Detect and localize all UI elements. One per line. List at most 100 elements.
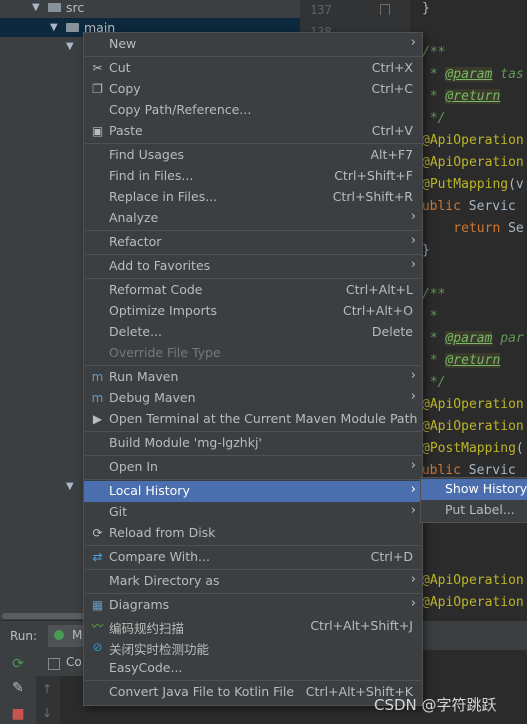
menu-item-label: Compare With... xyxy=(109,549,210,564)
code-token: @return xyxy=(445,89,501,104)
code-token: @ApiOperation xyxy=(422,573,524,588)
rerun-icon[interactable]: ⟳ xyxy=(10,656,26,672)
chevron-down-icon[interactable]: ▼ xyxy=(66,477,74,496)
menu-item-diagrams[interactable]: ▦ Diagrams › xyxy=(84,595,422,616)
menu-item-shortcut: Delete xyxy=(371,324,413,339)
menu-item-convert-java-file-to-kotlin-file[interactable]: Convert Java File to Kotlin File Ctrl+Alt… xyxy=(84,682,422,703)
code-token: * xyxy=(422,353,446,368)
line-number: 137 xyxy=(310,3,332,17)
arrow-up-icon[interactable]: ↑ xyxy=(42,682,52,696)
wrench-icon[interactable]: ✎ xyxy=(10,680,26,696)
code-line: * @param par xyxy=(422,328,524,350)
console-tab[interactable]: Co xyxy=(36,650,86,676)
chevron-down-icon[interactable]: ▼ xyxy=(50,18,58,37)
menu-item-run-maven[interactable]: m Run Maven › xyxy=(84,367,422,388)
menu-item-label: Open Terminal at the Current Maven Modul… xyxy=(109,411,418,426)
code-token: @ApiOperation xyxy=(422,133,524,148)
maven-run-icon xyxy=(54,630,64,640)
chevron-down-icon[interactable]: ▼ xyxy=(66,37,74,56)
code-editor[interactable]: } /** * @param tas * @return */ @ApiOperat… xyxy=(410,0,527,620)
menu-item-paste[interactable]: ▣ Paste Ctrl+V xyxy=(84,121,422,142)
code-line: public Servic xyxy=(414,196,516,218)
menu-item-label: 关闭实时检测功能 xyxy=(109,642,210,657)
menu-item-reformat-code[interactable]: Reformat Code Ctrl+Alt+L xyxy=(84,280,422,301)
menu-separator xyxy=(85,593,421,594)
menu-item-label: Git xyxy=(109,504,128,519)
code-line: /** xyxy=(422,42,445,64)
menu-item-copy[interactable]: ❐ Copy Ctrl+C xyxy=(84,79,422,100)
code-line: } xyxy=(422,0,430,20)
menu-item-reload-from-disk[interactable]: ⟳ Reload from Disk xyxy=(84,523,422,544)
run-tab-label: M xyxy=(72,628,83,642)
menu-item-delete[interactable]: Delete... Delete xyxy=(84,322,422,343)
code-token: @ApiOperation xyxy=(422,155,524,170)
menu-item-label: Find Usages xyxy=(109,147,185,162)
chevron-right-icon: › xyxy=(410,389,416,404)
folder-icon xyxy=(66,23,79,32)
tree-item-src[interactable]: ▼ src xyxy=(0,0,300,17)
menu-item-git[interactable]: Git › xyxy=(84,502,422,523)
menu-item-replace-in-files[interactable]: Replace in Files... Ctrl+Shift+R xyxy=(84,187,422,208)
menu-separator xyxy=(85,455,421,456)
menu-item-open-in[interactable]: Open In › xyxy=(84,457,422,478)
folder-icon xyxy=(48,3,61,12)
menu-item-find-usages[interactable]: Find Usages Alt+F7 xyxy=(84,145,422,166)
menu-item-refactor[interactable]: Refactor › xyxy=(84,232,422,253)
menu-item-item-39[interactable]: ⊘ 关闭实时检测功能 xyxy=(84,637,422,658)
code-token: @PutMapping xyxy=(422,177,509,192)
code-line: * @return xyxy=(422,350,501,372)
menu-item-shortcut: Ctrl+Shift+R xyxy=(332,189,413,204)
menu-item-copy-path-reference[interactable]: Copy Path/Reference... xyxy=(84,100,422,121)
terminal-icon: ▶ xyxy=(92,412,103,426)
menu-item-local-history[interactable]: Local History › xyxy=(84,481,422,502)
menu-item-analyze[interactable]: Analyze › xyxy=(84,208,422,229)
menu-item-open-terminal-at-the-current-maven-module-path[interactable]: ▶ Open Terminal at the Current Maven Modu… xyxy=(84,409,422,430)
code-line: */ xyxy=(422,372,446,394)
menu-item-cut[interactable]: ✂ Cut Ctrl+X xyxy=(84,58,422,79)
code-token: /** xyxy=(422,287,446,302)
chevron-down-icon[interactable]: ▼ xyxy=(32,0,40,17)
menu-item-build-module-mg-lgzhkj[interactable]: Build Module 'mg-lgzhkj' xyxy=(84,433,422,454)
menu-item-label: Reload from Disk xyxy=(109,525,216,540)
menu-item-optimize-imports[interactable]: Optimize Imports Ctrl+Alt+O xyxy=(84,301,422,322)
menu-item-label: Convert Java File to Kotlin File xyxy=(109,684,295,699)
menu-item-override-file-type: Override File Type xyxy=(84,343,422,364)
menu-item-shortcut: Ctrl+X xyxy=(371,60,413,75)
code-token: @param xyxy=(445,331,493,346)
chevron-right-icon: › xyxy=(410,458,416,473)
code-line: @ApiOperation xyxy=(422,130,524,152)
menu-item-easycode[interactable]: EasyCode... xyxy=(84,658,422,679)
code-token: (v xyxy=(508,177,524,192)
chevron-right-icon: › xyxy=(410,209,416,224)
menu-item-label: Diagrams xyxy=(109,597,170,612)
code-token: */ xyxy=(422,375,446,390)
scissors-icon: ✂ xyxy=(92,61,103,75)
menu-item-item-38[interactable]: 〰编码规约扫描 Ctrl+Alt+Shift+J xyxy=(84,616,422,637)
diagram-icon: ▦ xyxy=(91,598,104,612)
menu-item-mark-directory-as[interactable]: Mark Directory as › xyxy=(84,571,422,592)
menu-item-find-in-files[interactable]: Find in Files... Ctrl+Shift+F xyxy=(84,166,422,187)
chevron-right-icon: › xyxy=(410,482,416,497)
paste-icon: ▣ xyxy=(91,124,104,138)
fold-marker-icon[interactable] xyxy=(380,4,390,15)
menu-item-shortcut: Ctrl+Alt+O xyxy=(343,303,413,318)
submenu-item-put-label[interactable]: Put Label... xyxy=(421,500,527,521)
menu-item-shortcut: Ctrl+Alt+L xyxy=(345,282,413,297)
code-token: } xyxy=(422,1,430,16)
menu-item-label: Local History xyxy=(109,483,190,498)
arrow-down-icon[interactable]: ↓ xyxy=(42,706,52,720)
code-line: @ApiOperation xyxy=(422,570,524,592)
code-line: } xyxy=(422,240,430,262)
code-line: @ApiOperation xyxy=(422,152,524,174)
menu-item-add-to-favorites[interactable]: Add to Favorites › xyxy=(84,256,422,277)
chevron-right-icon: › xyxy=(410,368,416,383)
reload-icon: ⟳ xyxy=(92,526,103,540)
menu-item-new[interactable]: New › xyxy=(84,34,422,55)
run-tab[interactable]: M xyxy=(48,625,84,647)
menu-item-compare-with[interactable]: ⇄ Compare With... Ctrl+D xyxy=(84,547,422,568)
submenu-item-show-history[interactable]: Show History xyxy=(421,479,527,500)
menu-item-label: Replace in Files... xyxy=(109,189,218,204)
stop-icon[interactable]: ■ xyxy=(10,706,26,722)
menu-item-debug-maven[interactable]: m Debug Maven › xyxy=(84,388,422,409)
compare-icon: ⇄ xyxy=(92,550,103,564)
